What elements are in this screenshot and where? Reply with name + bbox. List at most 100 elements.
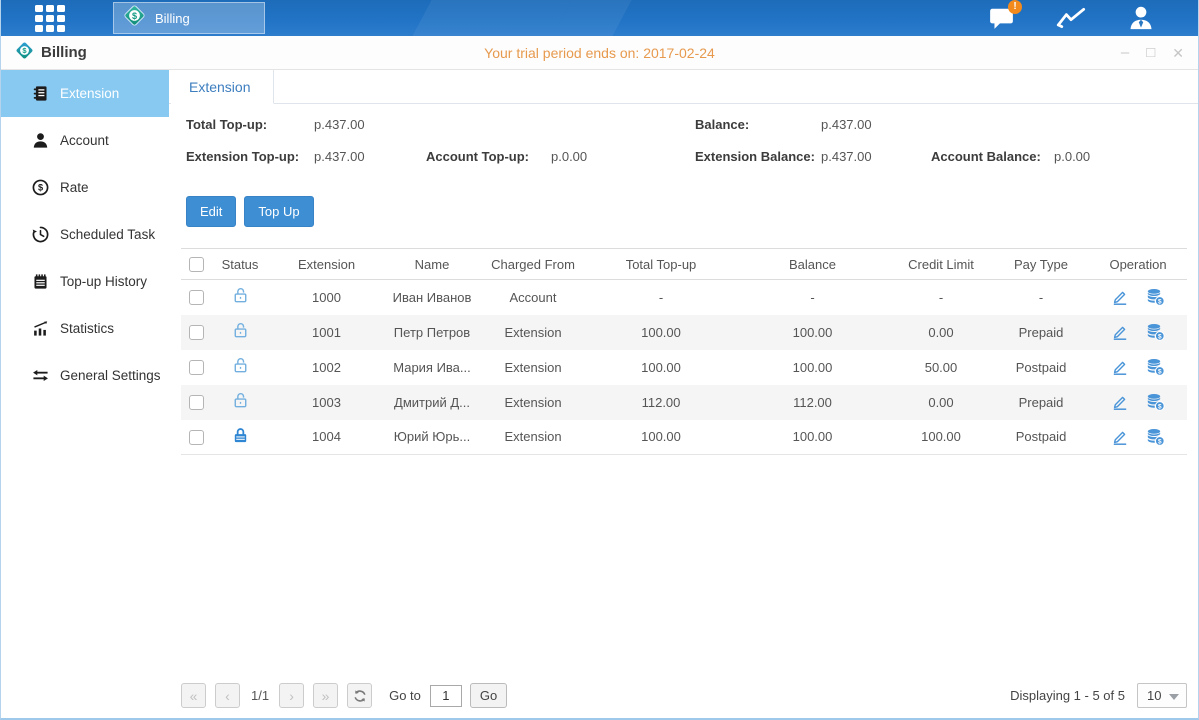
top-up-row-icon[interactable]: $	[1146, 393, 1165, 411]
prev-page-button[interactable]: ‹	[215, 683, 240, 708]
cell-extension: 1002	[269, 350, 384, 385]
sidebar-item-topup-history[interactable]: Top-up History	[1, 258, 169, 305]
sidebar-item-rate[interactable]: $ Rate	[1, 164, 169, 211]
top-up-row-icon[interactable]: $	[1146, 358, 1165, 376]
tab-extension[interactable]: Extension	[171, 70, 274, 104]
row-checkbox[interactable]	[189, 290, 204, 305]
general-settings-arrows-icon	[32, 367, 49, 384]
unlocked-icon	[231, 286, 250, 305]
goto-page-input[interactable]	[430, 685, 462, 707]
svg-text:$: $	[1158, 438, 1162, 445]
cell-balance: 100.00	[736, 350, 889, 385]
cell-name: Иван Иванов	[384, 280, 480, 315]
lock-status-icon	[231, 391, 250, 410]
cell-charged-from: Extension	[480, 350, 586, 385]
table-body: 1000 Иван Иванов Account - - - -	[181, 280, 1187, 455]
select-all-checkbox[interactable]	[189, 257, 204, 272]
statistics-monitor-button[interactable]	[1056, 4, 1086, 32]
unlocked-icon	[231, 321, 250, 340]
col-name: Name	[384, 249, 480, 280]
total-topup-value: p.437.00	[314, 117, 365, 132]
svg-text:$: $	[1158, 368, 1162, 375]
account-balance-value: p.0.00	[1054, 149, 1090, 164]
table-row[interactable]: 1004 Юрий Юрь... Extension 100.00 100.00…	[181, 420, 1187, 455]
cell-pay-type: Prepaid	[993, 385, 1089, 420]
messages-button[interactable]: !	[986, 4, 1016, 32]
cell-credit-limit: -	[889, 280, 993, 315]
top-up-row-icon[interactable]: $	[1146, 288, 1165, 306]
cell-total-topup: -	[586, 280, 736, 315]
scheduled-task-clock-icon	[32, 226, 49, 243]
lock-status-icon	[231, 426, 250, 445]
edit-row-icon[interactable]	[1111, 428, 1129, 446]
cell-charged-from: Extension	[480, 315, 586, 350]
edit-row-icon[interactable]	[1111, 358, 1129, 376]
col-operation: Operation	[1089, 249, 1187, 280]
main-content: Extension Total Top-up: p.437.00 Balance…	[169, 70, 1199, 717]
window-titlebar: $ Billing Your trial period ends on: 201…	[1, 36, 1198, 70]
row-checkbox[interactable]	[189, 325, 204, 340]
top-up-row-icon[interactable]: $	[1146, 323, 1165, 341]
minimize-button[interactable]: –	[1121, 45, 1129, 60]
account-person-icon	[32, 132, 49, 149]
sidebar-item-extension[interactable]: Extension	[1, 70, 169, 117]
cell-credit-limit: 0.00	[889, 315, 993, 350]
row-checkbox[interactable]	[189, 430, 204, 445]
taskbar-app-label: Billing	[155, 11, 190, 26]
edit-button[interactable]: Edit	[186, 196, 236, 227]
top-up-button[interactable]: Top Up	[244, 196, 313, 227]
edit-row-icon[interactable]	[1111, 288, 1129, 306]
table-row[interactable]: 1000 Иван Иванов Account - - - -	[181, 280, 1187, 315]
page-size-select[interactable]: 10	[1137, 683, 1187, 708]
svg-text:$: $	[38, 183, 43, 193]
cell-pay-type: -	[993, 280, 1089, 315]
svg-text:$: $	[1158, 333, 1162, 340]
total-topup-label: Total Top-up:	[186, 117, 267, 132]
cell-credit-limit: 100.00	[889, 420, 993, 455]
edit-row-icon[interactable]	[1111, 323, 1129, 341]
lock-status-icon	[231, 286, 250, 305]
col-total-topup: Total Top-up	[586, 249, 736, 280]
table-row[interactable]: 1001 Петр Петров Extension 100.00 100.00…	[181, 315, 1187, 350]
cell-total-topup: 112.00	[586, 385, 736, 420]
first-page-button[interactable]: «	[181, 683, 206, 708]
displaying-text: Displaying 1 - 5 of 5	[1010, 688, 1125, 703]
cell-name: Мария Ива...	[384, 350, 480, 385]
lock-status-icon	[231, 356, 250, 375]
sidebar-item-statistics[interactable]: Statistics	[1, 305, 169, 352]
sidebar-item-account[interactable]: Account	[1, 117, 169, 164]
trial-notice: Your trial period ends on: 2017-02-24	[1, 45, 1198, 61]
extensions-table: Status Extension Name Charged From Total…	[181, 248, 1187, 455]
page-size-value: 10	[1147, 688, 1161, 703]
row-checkbox[interactable]	[189, 395, 204, 410]
next-page-button[interactable]: ›	[279, 683, 304, 708]
row-checkbox[interactable]	[189, 360, 204, 375]
close-button[interactable]: ✕	[1172, 46, 1184, 60]
rate-dollar-icon: $	[32, 179, 49, 196]
table-row[interactable]: 1003 Дмитрий Д... Extension 112.00 112.0…	[181, 385, 1187, 420]
lock-status-icon	[231, 321, 250, 340]
cell-pay-type: Postpaid	[993, 350, 1089, 385]
table-row[interactable]: 1002 Мария Ива... Extension 100.00 100.0…	[181, 350, 1187, 385]
last-page-button[interactable]: »	[313, 683, 338, 708]
user-account-button[interactable]	[1126, 4, 1156, 32]
notification-badge: !	[1008, 0, 1022, 14]
go-button[interactable]: Go	[470, 683, 507, 708]
analytics-icon	[1056, 5, 1086, 31]
account-balance-label: Account Balance:	[931, 149, 1041, 164]
svg-text:$: $	[1158, 403, 1162, 410]
sidebar-item-scheduled-task[interactable]: Scheduled Task	[1, 211, 169, 258]
svg-text:$: $	[132, 11, 137, 21]
top-up-row-icon[interactable]: $	[1146, 428, 1165, 446]
col-pay-type: Pay Type	[993, 249, 1089, 280]
sidebar-item-label: Scheduled Task	[60, 227, 155, 242]
app-launcher-icon[interactable]	[35, 5, 71, 31]
refresh-button[interactable]	[347, 683, 372, 708]
col-charged-from: Charged From	[480, 249, 586, 280]
maximize-button[interactable]: □	[1146, 45, 1155, 60]
taskbar-billing-app[interactable]: $ Billing	[113, 2, 265, 34]
cell-balance: -	[736, 280, 889, 315]
billing-app-icon: $	[123, 4, 146, 32]
sidebar-item-general-settings[interactable]: General Settings	[1, 352, 169, 399]
edit-row-icon[interactable]	[1111, 393, 1129, 411]
